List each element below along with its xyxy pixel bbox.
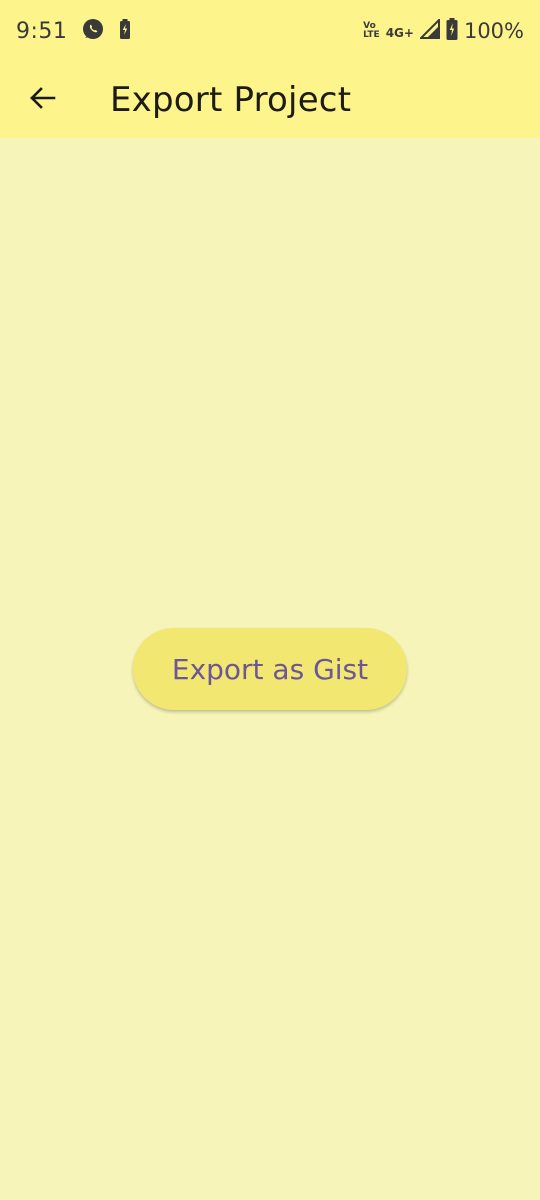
battery-icon [446,17,458,45]
export-as-gist-button[interactable]: Export as Gist [133,628,407,710]
battery-saver-icon [119,18,131,44]
volte-bottom-label: LTE [363,30,380,40]
main-content: Export as Gist [0,138,540,1200]
app-bar: Export Project [0,62,540,138]
network-type-label: 4G+ [385,25,414,40]
status-left: 9:51 [16,17,131,46]
page-title: Export Project [110,80,352,120]
volte-indicator: Vo LTE [363,22,380,40]
battery-percent: 100% [463,19,524,43]
signal-icon [418,17,440,44]
arrow-back-icon [28,84,56,117]
whatsapp-icon [81,17,105,46]
status-right: Vo LTE 4G+ 100% [363,17,524,45]
status-bar: 9:51 Vo LTE 4G+ 100% [0,0,540,62]
status-time: 9:51 [16,18,68,44]
back-button[interactable] [14,72,70,128]
